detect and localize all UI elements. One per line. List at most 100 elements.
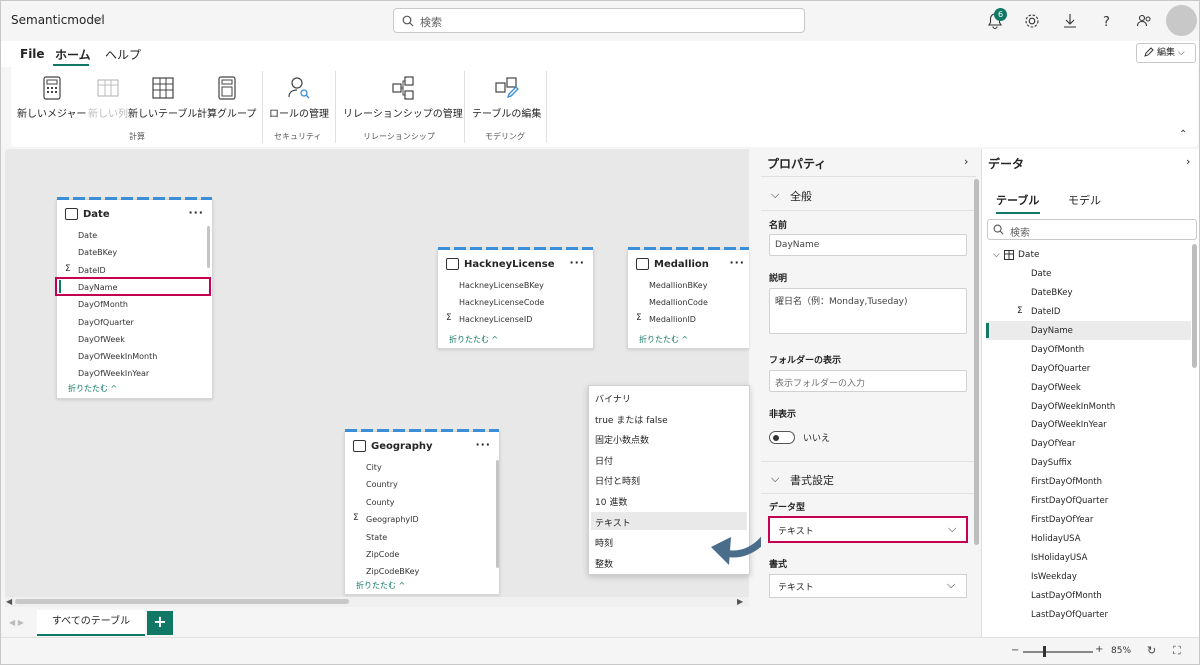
field-item[interactable]: DateID bbox=[78, 266, 106, 275]
folder-field[interactable]: 表示フォルダーの入力 bbox=[769, 370, 967, 392]
datatype-option-selected[interactable]: テキスト bbox=[595, 516, 631, 529]
field-item[interactable]: HackneyLicenseID bbox=[459, 315, 532, 324]
field-item[interactable]: MedallionCode bbox=[649, 298, 708, 307]
more-options-icon[interactable]: ··· bbox=[188, 206, 204, 219]
collapse-link[interactable]: 折りたたむ ^ bbox=[449, 334, 498, 345]
zoom-slider[interactable] bbox=[1023, 651, 1093, 653]
scrollbar[interactable] bbox=[207, 226, 210, 268]
edit-tables-button[interactable]: テーブルの編集 bbox=[472, 75, 541, 120]
fit-screen-icon[interactable]: ⛶ bbox=[1173, 644, 1181, 658]
table-card-date[interactable]: Date ··· Date DateBKey Σ DateID DayName … bbox=[56, 197, 213, 399]
properties-scrollbar[interactable] bbox=[974, 179, 979, 545]
field-item[interactable]: DayOfWeek bbox=[78, 335, 125, 344]
datatype-option[interactable]: バイナリ bbox=[595, 392, 631, 405]
data-table-name[interactable]: Date bbox=[1018, 250, 1040, 260]
name-field[interactable]: DayName bbox=[769, 234, 967, 256]
datatype-option[interactable]: true または false bbox=[595, 413, 668, 426]
canvas-hscroll-thumb[interactable] bbox=[15, 599, 349, 604]
field-item[interactable]: DayOfWeekInYear bbox=[78, 369, 149, 378]
download-icon[interactable] bbox=[1060, 11, 1080, 31]
ribbon-collapse-icon[interactable]: ⌃ bbox=[1179, 129, 1187, 140]
reset-view-icon[interactable]: ↻ bbox=[1147, 644, 1156, 657]
more-options-icon[interactable]: ··· bbox=[569, 256, 585, 269]
table-card-geography[interactable]: Geography ··· City Country County Σ Geog… bbox=[344, 429, 500, 595]
collapse-pane-icon[interactable]: › bbox=[1186, 155, 1190, 168]
description-field[interactable]: 曜日名（例：Monday,Tuseday) bbox=[769, 288, 967, 334]
field-item[interactable]: City bbox=[366, 463, 382, 472]
field-item[interactable]: State bbox=[366, 533, 387, 542]
more-options-icon[interactable]: ··· bbox=[475, 438, 491, 451]
zoom-out-icon[interactable]: − bbox=[1011, 645, 1019, 656]
field-item[interactable]: GeographyID bbox=[366, 515, 419, 524]
data-field-item[interactable]: IsWeekday bbox=[1031, 572, 1077, 582]
datatype-option[interactable]: 時刻 bbox=[595, 536, 613, 549]
section-format[interactable]: 書式設定 bbox=[790, 472, 834, 488]
chevron-down-icon[interactable]: ⌵ bbox=[93, 11, 102, 26]
data-field-item[interactable]: Date bbox=[1031, 269, 1051, 279]
new-table-button[interactable]: 新しいテーブル bbox=[128, 75, 197, 120]
table-card-hackneylicense[interactable]: HackneyLicense ··· HackneyLicenseBKey Ha… bbox=[437, 247, 594, 349]
data-field-item[interactable]: HolidayUSA bbox=[1031, 534, 1081, 544]
scroll-left-icon[interactable]: ◀ bbox=[6, 597, 12, 606]
data-field-item[interactable]: DayOfMonth bbox=[1031, 345, 1084, 355]
data-field-item[interactable]: FirstDayOfQuarter bbox=[1031, 496, 1108, 506]
datatype-option[interactable]: 整数 bbox=[595, 557, 613, 570]
chevron-down-icon[interactable]: ⌵ bbox=[993, 250, 1000, 260]
field-item[interactable]: Date bbox=[78, 231, 97, 240]
scroll-right-icon[interactable]: ▶ bbox=[737, 597, 743, 606]
calc-group-button[interactable]: 計算グループ bbox=[197, 75, 256, 120]
data-field-item[interactable]: IsHolidayUSA bbox=[1031, 553, 1087, 563]
tab-model[interactable]: モデル bbox=[1068, 192, 1101, 208]
field-item[interactable]: DayOfMonth bbox=[78, 300, 128, 309]
new-measure-button[interactable]: 新しいメジャー bbox=[17, 75, 87, 120]
scrollbar[interactable] bbox=[496, 460, 499, 568]
data-field-item[interactable]: DayOfWeekInYear bbox=[1031, 420, 1107, 430]
tab-home[interactable]: ホーム bbox=[55, 46, 91, 63]
avatar[interactable] bbox=[1166, 5, 1197, 36]
data-field-item[interactable]: DateID bbox=[1031, 307, 1060, 317]
data-field-item[interactable]: DayOfWeekInMonth bbox=[1031, 402, 1115, 412]
datatype-option[interactable]: 10 進数 bbox=[595, 495, 627, 508]
field-item[interactable]: MedallionBKey bbox=[649, 281, 707, 290]
manage-relationships-button[interactable]: リレーションシップの管理 bbox=[343, 75, 463, 120]
data-field-item-selected[interactable]: DayName bbox=[1031, 326, 1073, 336]
help-icon[interactable]: ? bbox=[1097, 11, 1117, 31]
zoom-slider-thumb[interactable] bbox=[1043, 646, 1046, 657]
tab-file[interactable]: File bbox=[20, 47, 45, 61]
data-field-item[interactable]: DateBKey bbox=[1031, 288, 1073, 298]
data-field-item[interactable]: FirstDayOfYear bbox=[1031, 515, 1093, 525]
new-column-button[interactable]: 新しい列 bbox=[88, 75, 128, 120]
data-field-item[interactable]: LastDayOfMonth bbox=[1031, 591, 1102, 601]
field-item[interactable]: HackneyLicenseBKey bbox=[459, 281, 544, 290]
data-pane-scrollbar[interactable] bbox=[1192, 244, 1197, 368]
manage-roles-button[interactable]: ロールの管理 bbox=[269, 75, 329, 120]
more-options-icon[interactable]: ··· bbox=[729, 256, 745, 269]
data-field-item[interactable]: DaySuffix bbox=[1031, 458, 1072, 468]
field-item[interactable]: DayOfQuarter bbox=[78, 318, 134, 327]
field-item[interactable]: DateBKey bbox=[78, 248, 117, 257]
tab-tables[interactable]: テーブル bbox=[996, 192, 1039, 208]
tab-help[interactable]: ヘルプ bbox=[105, 46, 141, 63]
datatype-option[interactable]: 日付と時刻 bbox=[595, 474, 640, 487]
collapse-link[interactable]: 折りたたむ ^ bbox=[68, 383, 117, 394]
table-card-medallion[interactable]: Medallion ··· MedallionBKey MedallionCod… bbox=[627, 247, 749, 349]
data-field-item[interactable]: DayOfYear bbox=[1031, 439, 1075, 449]
field-item[interactable]: ZipCodeBKey bbox=[366, 567, 419, 576]
field-item[interactable]: Country bbox=[366, 480, 398, 489]
tab-prev-icon[interactable]: ◀ ▶ bbox=[9, 618, 24, 627]
data-search-input[interactable]: 検索 bbox=[987, 219, 1197, 240]
data-field-item[interactable]: LastDayOfQuarter bbox=[1031, 610, 1108, 620]
add-layout-button[interactable]: + bbox=[147, 611, 173, 635]
collapse-link[interactable]: 折りたたむ ^ bbox=[639, 334, 688, 345]
field-item[interactable]: MedallionID bbox=[649, 315, 696, 324]
data-field-item[interactable]: DayOfWeek bbox=[1031, 383, 1081, 393]
edit-mode-button[interactable]: 編集 ⌵ bbox=[1136, 43, 1196, 63]
data-field-item[interactable]: DayOfQuarter bbox=[1031, 364, 1090, 374]
zoom-in-icon[interactable]: + bbox=[1095, 644, 1103, 655]
field-item[interactable]: DayOfWeekInMonth bbox=[78, 352, 157, 361]
datatype-option[interactable]: 日付 bbox=[595, 454, 613, 467]
tab-all-tables[interactable]: すべてのテーブル bbox=[37, 610, 145, 636]
section-general[interactable]: 全般 bbox=[790, 188, 812, 204]
field-item[interactable]: County bbox=[366, 498, 395, 507]
global-search-input[interactable]: 検索 bbox=[393, 8, 805, 33]
